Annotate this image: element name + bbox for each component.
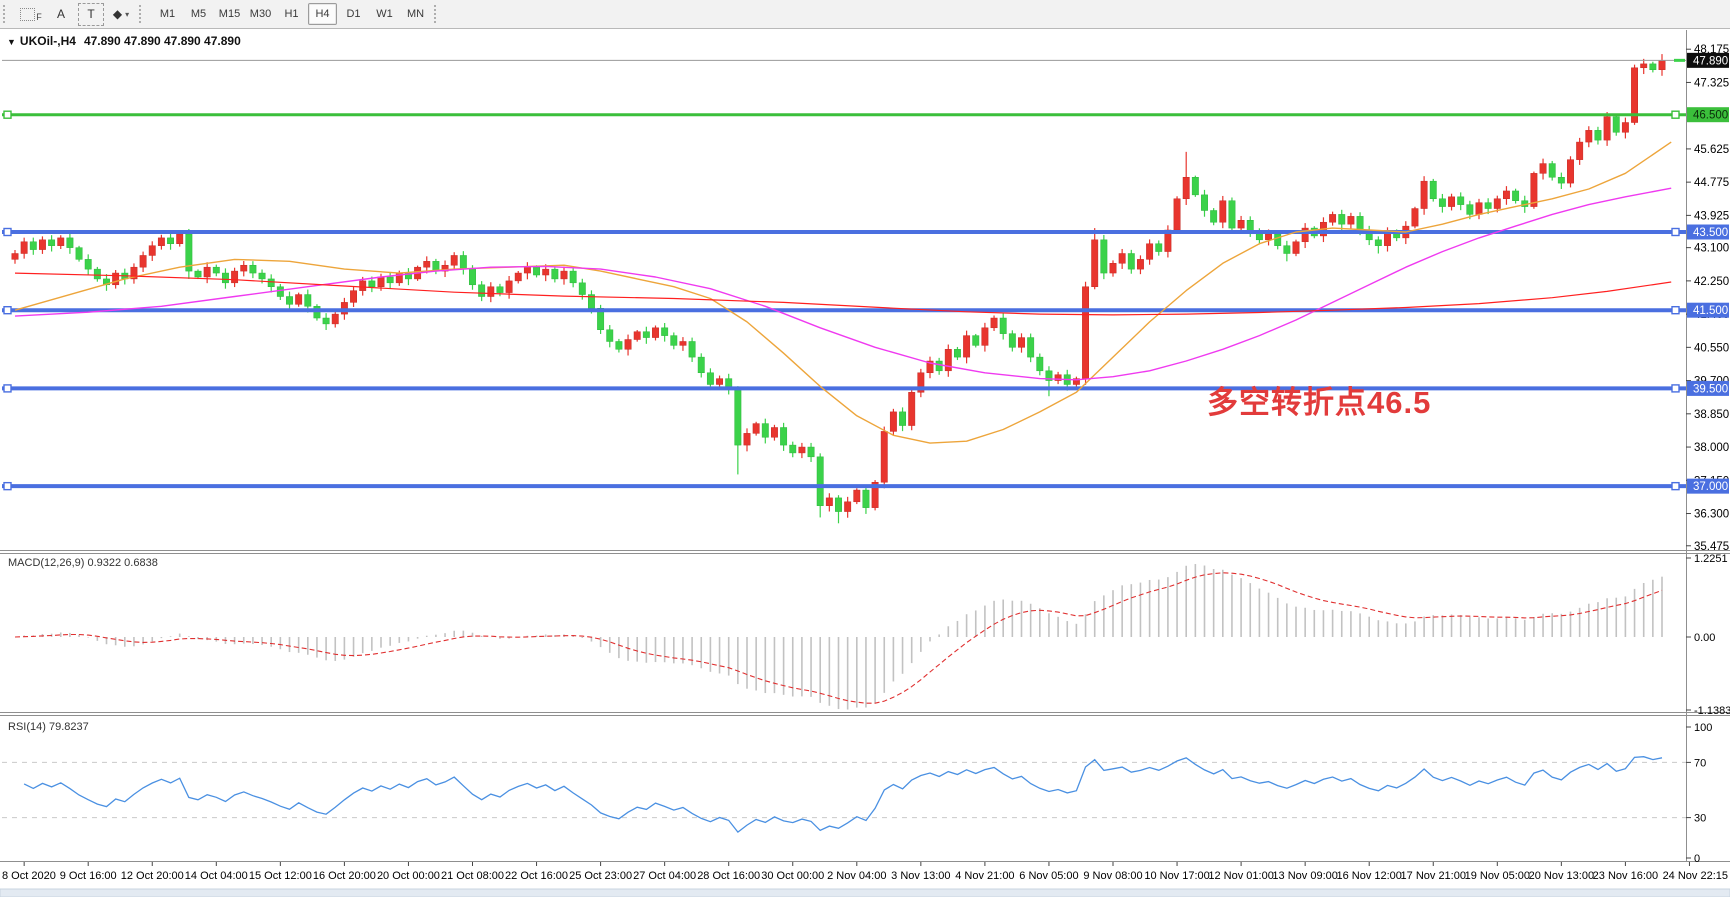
time-tick-label: 17 Nov 21:00 bbox=[1401, 870, 1466, 882]
svg-text:0.00: 0.00 bbox=[1694, 632, 1715, 644]
hline-handle bbox=[4, 111, 11, 118]
time-tick-label: 8 Oct 2020 bbox=[2, 870, 56, 882]
time-tick-label: 27 Oct 04:00 bbox=[633, 870, 696, 882]
time-tick-label: 14 Oct 04:00 bbox=[185, 870, 248, 882]
time-tick-label: 20 Nov 13:00 bbox=[1529, 870, 1594, 882]
price-tick-label: 36.300 bbox=[1694, 509, 1729, 521]
time-tick-label: 16 Nov 12:00 bbox=[1336, 870, 1401, 882]
time-tick-label: 15 Oct 12:00 bbox=[249, 870, 312, 882]
price-tick-label: 45.625 bbox=[1694, 144, 1729, 156]
price-box-label: 46.500 bbox=[1693, 110, 1728, 122]
hline-handle bbox=[1672, 111, 1679, 118]
svg-text:-1.1383: -1.1383 bbox=[1694, 705, 1730, 717]
symbol-period-label: UKOil-,H4 bbox=[20, 34, 76, 48]
hline-handle bbox=[1672, 307, 1679, 314]
hline-handle bbox=[1672, 385, 1679, 392]
price-tick-label: 43.925 bbox=[1694, 210, 1729, 222]
hline-handle bbox=[4, 385, 11, 392]
current-price-line bbox=[2, 59, 1686, 62]
price-tick-label: 47.325 bbox=[1694, 77, 1729, 89]
svg-text:1.2251: 1.2251 bbox=[1694, 553, 1728, 565]
hline-handle bbox=[4, 483, 11, 490]
time-tick-label: 3 Nov 13:00 bbox=[891, 870, 950, 882]
price-box-label: 41.500 bbox=[1693, 305, 1728, 317]
time-tick-label: 23 Nov 16:00 bbox=[1593, 870, 1658, 882]
macd-current-values: 0.9322 0.6838 bbox=[87, 557, 157, 569]
chart-canvas[interactable]: 1.22510.00-1.13831007030048.17547.32545.… bbox=[0, 0, 1730, 897]
close-tick bbox=[1674, 59, 1685, 62]
time-tick-label: 28 Oct 16:00 bbox=[697, 870, 760, 882]
time-tick-label: 12 Nov 01:00 bbox=[1208, 870, 1273, 882]
hline-handle bbox=[4, 229, 11, 236]
svg-text:70: 70 bbox=[1694, 757, 1706, 769]
time-tick-label: 20 Oct 00:00 bbox=[377, 870, 440, 882]
time-tick-label: 4 Nov 21:00 bbox=[955, 870, 1014, 882]
candles-layer bbox=[12, 54, 1665, 523]
macd-axis-labels: 1.2251 0.00 -1.1383 bbox=[1686, 553, 1730, 717]
price-box-label: 37.000 bbox=[1693, 481, 1728, 493]
rsi-line bbox=[24, 757, 1662, 832]
price-box-label: 43.500 bbox=[1693, 227, 1728, 239]
time-tick-label: 9 Oct 16:00 bbox=[60, 870, 117, 882]
price-tick-label: 42.250 bbox=[1694, 276, 1729, 288]
rsi-current-value: 79.8237 bbox=[49, 721, 89, 733]
macd-name: MACD(12,26,9) bbox=[8, 557, 84, 569]
horizontal-lines-layer[interactable] bbox=[2, 111, 1686, 489]
rsi-indicator-label: RSI(14) 79.8237 bbox=[8, 721, 89, 733]
macd-layer bbox=[15, 564, 1662, 709]
svg-text:30: 30 bbox=[1694, 813, 1706, 825]
pane-frames bbox=[0, 30, 1730, 897]
price-box-label: 47.890 bbox=[1693, 55, 1728, 67]
rsi-layer bbox=[2, 757, 1686, 832]
svg-text:100: 100 bbox=[1694, 722, 1712, 734]
hline-handle bbox=[1672, 229, 1679, 236]
time-tick-label: 13 Nov 09:00 bbox=[1272, 870, 1337, 882]
rsi-axis-labels: 100 70 30 0 bbox=[1686, 722, 1712, 865]
price-tick-label: 43.100 bbox=[1694, 243, 1729, 255]
hline-handle bbox=[4, 307, 11, 314]
ma-mid-magenta bbox=[15, 188, 1671, 380]
chart-title[interactable]: ▼ UKOil-,H4 47.890 47.890 47.890 47.890 bbox=[7, 34, 241, 48]
time-tick-label: 25 Oct 23:00 bbox=[569, 870, 632, 882]
time-tick-label: 30 Oct 00:00 bbox=[761, 870, 824, 882]
time-tick-label: 9 Nov 08:00 bbox=[1083, 870, 1142, 882]
time-tick-label: 10 Nov 17:00 bbox=[1144, 870, 1209, 882]
annotation-text[interactable]: 多空转折点46.5 bbox=[1207, 377, 1431, 422]
macd-indicator-label: MACD(12,26,9) 0.9322 0.6838 bbox=[8, 557, 158, 569]
collapse-triangle-icon[interactable]: ▼ bbox=[7, 37, 16, 47]
rsi-name: RSI(14) bbox=[8, 721, 46, 733]
mt4-window: FAT◆▾M1M5M15M30H1H4D1W1MN 1.22510.00-1.1… bbox=[0, 0, 1730, 897]
price-tick-label: 40.550 bbox=[1694, 342, 1729, 354]
price-tick-label: 38.000 bbox=[1694, 442, 1729, 454]
svg-text:0: 0 bbox=[1694, 853, 1700, 865]
time-tick-label: 19 Nov 05:00 bbox=[1465, 870, 1530, 882]
time-tick-label: 12 Oct 20:00 bbox=[121, 870, 184, 882]
time-tick-label: 21 Oct 08:00 bbox=[441, 870, 504, 882]
price-box-label: 39.500 bbox=[1693, 383, 1728, 395]
time-tick-label: 16 Oct 20:00 bbox=[313, 870, 376, 882]
time-tick-label: 22 Oct 16:00 bbox=[505, 870, 568, 882]
price-tick-label: 35.475 bbox=[1694, 541, 1729, 553]
time-axis[interactable]: 8 Oct 2020 9 Oct 16:00 12 Oct 20:0014 Oct … bbox=[2, 862, 1728, 882]
time-tick-label: 6 Nov 05:00 bbox=[1019, 870, 1078, 882]
price-axis[interactable]: 48.17547.32545.62544.77543.92543.10042.2… bbox=[1686, 44, 1729, 553]
time-tick-label: 2 Nov 04:00 bbox=[827, 870, 886, 882]
price-tick-label: 38.850 bbox=[1694, 409, 1729, 421]
time-tick-label: 24 Nov 22:15 bbox=[1663, 870, 1728, 882]
price-tick-label: 44.775 bbox=[1694, 177, 1729, 189]
ohlc-values: 47.890 47.890 47.890 47.890 bbox=[84, 34, 241, 48]
hline-handle bbox=[1672, 483, 1679, 490]
